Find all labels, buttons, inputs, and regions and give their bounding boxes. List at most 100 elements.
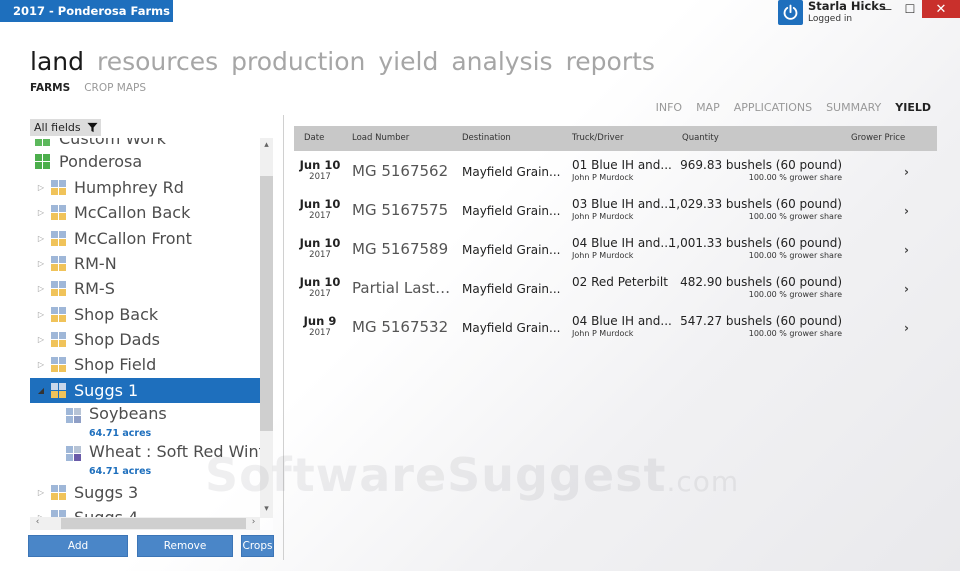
row-year: 2017 (309, 172, 331, 182)
filter-label: All fields (34, 121, 81, 134)
col-destination[interactable]: Destination (462, 126, 511, 151)
filter-dropdown[interactable]: All fields (30, 119, 101, 136)
field-icon (51, 383, 66, 398)
minimize-icon[interactable]: — (874, 0, 898, 18)
tree-label: RM-N (74, 254, 117, 273)
scroll-thumb[interactable] (260, 176, 273, 431)
expand-icon[interactable]: ▷ (36, 284, 46, 293)
scroll-thumb[interactable] (61, 518, 246, 529)
expand-icon[interactable]: ▷ (36, 335, 46, 344)
row-date: Jun 10 (299, 197, 341, 211)
tree-item-field[interactable]: ▷ Shop Dads (30, 327, 260, 352)
tab-yield[interactable]: YIELD (895, 101, 931, 114)
nav-analysis[interactable]: analysis (451, 45, 552, 79)
row-share: 100.00 % grower share (748, 290, 842, 299)
tree-label: McCallon Back (74, 203, 191, 222)
chevron-right-icon[interactable]: › (904, 282, 909, 296)
maximize-icon[interactable]: ☐ (898, 0, 922, 18)
tree-label: Humphrey Rd (74, 178, 184, 197)
col-load-number[interactable]: Load Number (352, 126, 409, 151)
row-quantity: 969.83 bushels (60 pound) (680, 158, 842, 172)
nav-resources[interactable]: resources (97, 45, 218, 79)
col-date[interactable]: Date (304, 126, 324, 151)
row-load-number: Partial Last S... (352, 279, 452, 297)
field-icon (51, 332, 66, 347)
add-button[interactable]: Add (28, 535, 128, 557)
farm-icon (35, 138, 50, 146)
subnav-farms[interactable]: FARMS (30, 82, 70, 94)
chevron-right-icon[interactable]: › (904, 204, 909, 218)
field-icon (51, 485, 66, 500)
expand-icon[interactable]: ▷ (36, 310, 46, 319)
row-load-number: MG 5167562 (352, 162, 449, 180)
table-row[interactable]: Jun 10 2017 MG 5167575 Mayfield Grain... … (294, 192, 937, 231)
field-icon (51, 256, 66, 271)
row-date: Jun 10 (299, 275, 341, 289)
crop-acres: 64.71 acres (89, 466, 152, 477)
expand-icon[interactable]: ▷ (36, 259, 46, 268)
table-row[interactable]: Jun 10 2017 MG 5167589 Mayfield Grain... … (294, 231, 937, 270)
yield-table-header: Date Load Number Destination Truck/Drive… (294, 126, 937, 151)
table-row[interactable]: Jun 9 2017 MG 5167532 Mayfield Grain... 0… (294, 309, 937, 348)
tree-label: Custom Work (59, 138, 166, 148)
expand-icon[interactable]: ▷ (36, 208, 46, 217)
tree-item-ponderosa[interactable]: Ponderosa (30, 149, 260, 174)
tree-item-selected[interactable]: ◢ Suggs 1 (30, 378, 260, 403)
nav-production[interactable]: production (231, 45, 365, 79)
tree-item-field[interactable]: ▷ Shop Field (30, 352, 260, 377)
field-icon (51, 281, 66, 296)
user-box[interactable]: Starla Hicks Logged in (778, 0, 886, 26)
row-load-number: MG 5167532 (352, 318, 449, 336)
row-destination: Mayfield Grain... (462, 204, 561, 218)
close-icon[interactable]: ✕ (922, 0, 960, 18)
power-icon[interactable] (778, 0, 803, 25)
field-icon (51, 231, 66, 246)
tree-item-field[interactable]: ▷ RM-S (30, 276, 260, 301)
scroll-right-icon[interactable]: › (247, 517, 260, 527)
tree-item-field[interactable]: ▷ Shop Back (30, 302, 260, 327)
tree-item-field[interactable]: ▷ Humphrey Rd (30, 175, 260, 200)
col-quantity[interactable]: Quantity (682, 126, 719, 151)
nav-land[interactable]: land (30, 45, 84, 79)
tab-summary[interactable]: SUMMARY (826, 101, 881, 114)
tree-item-field[interactable]: ▷ McCallon Back (30, 200, 260, 225)
table-row[interactable]: Jun 10 2017 MG 5167562 Mayfield Grain... … (294, 153, 937, 192)
watermark: SoftwareSuggest.com (205, 448, 739, 502)
tree-item-crop[interactable]: Soybeans 64.71 acres (30, 404, 260, 440)
row-year: 2017 (309, 289, 331, 299)
expand-icon[interactable]: ▷ (36, 183, 46, 192)
chevron-right-icon[interactable]: › (904, 321, 909, 335)
crop-acres: 64.71 acres (89, 428, 152, 439)
row-date: Jun 10 (299, 236, 341, 250)
tree-label: Shop Back (74, 305, 159, 324)
crop-icon (66, 408, 81, 423)
tab-map[interactable]: MAP (696, 101, 720, 114)
col-grower-price[interactable]: Grower Price (851, 126, 905, 151)
row-year: 2017 (309, 211, 331, 221)
nav-reports[interactable]: reports (566, 45, 655, 79)
row-date: Jun 9 (303, 314, 337, 328)
expand-icon[interactable]: ▷ (36, 234, 46, 243)
expand-icon[interactable]: ▷ (36, 488, 46, 497)
scroll-up-icon[interactable]: ▴ (260, 140, 273, 150)
nav-yield[interactable]: yield (378, 45, 438, 79)
remove-button[interactable]: Remove (137, 535, 233, 557)
subnav-crop-maps[interactable]: CROP MAPS (84, 82, 146, 94)
tree-item-field[interactable]: ▷ RM-N (30, 251, 260, 276)
tree-horizontal-scrollbar[interactable]: ‹ › (30, 517, 260, 530)
tree-item-field[interactable]: ▷ McCallon Front (30, 226, 260, 251)
collapse-icon[interactable]: ◢ (36, 386, 46, 395)
tab-applications[interactable]: APPLICATIONS (734, 101, 812, 114)
chevron-right-icon[interactable]: › (904, 165, 909, 179)
scroll-down-icon[interactable]: ▾ (260, 504, 273, 514)
row-quantity: 547.27 bushels (60 pound) (680, 314, 842, 328)
chevron-right-icon[interactable]: › (904, 243, 909, 257)
row-share: 100.00 % grower share (748, 212, 842, 221)
table-row[interactable]: Jun 102017 Partial Last S... Mayfield Gr… (294, 270, 937, 309)
tab-info[interactable]: INFO (656, 101, 682, 114)
scroll-left-icon[interactable]: ‹ (31, 517, 44, 527)
field-icon (51, 205, 66, 220)
crops-button[interactable]: Crops (241, 535, 274, 557)
expand-icon[interactable]: ▷ (36, 360, 46, 369)
col-truck-driver[interactable]: Truck/Driver (572, 126, 623, 151)
